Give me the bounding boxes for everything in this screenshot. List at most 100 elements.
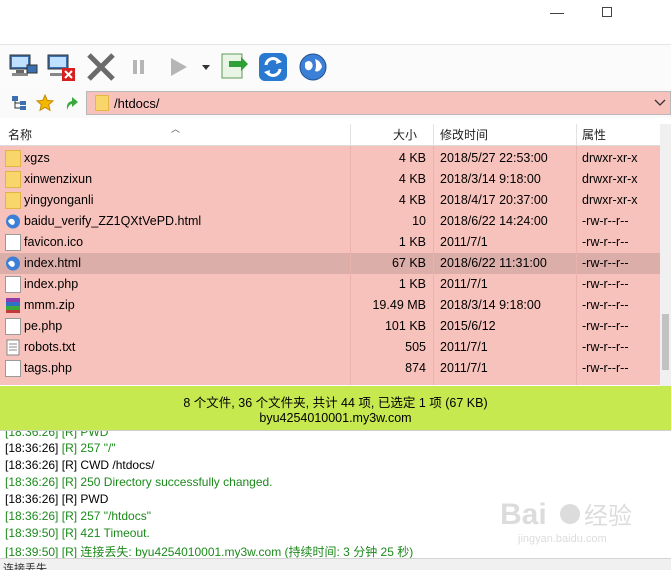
log-message: CWD /htdocs/ (80, 458, 155, 472)
tree-icon (12, 96, 26, 110)
log-line: [18:36:26] [R] 250 Directory successfull… (5, 475, 273, 489)
file-icon (5, 234, 21, 251)
text-file-icon (6, 339, 20, 356)
file-size: 1 KB (398, 277, 426, 291)
file-row[interactable]: index.php 1 KB 2011/7/1 -rw-r--r-- (0, 274, 660, 295)
log-time: [18:36:26] (5, 458, 59, 472)
log-time: [18:36:26] (5, 509, 59, 523)
column-divider (350, 146, 351, 385)
file-size: 67 KB (391, 256, 426, 270)
refresh-icon (259, 53, 287, 81)
svg-text:jingyan.baidu.com: jingyan.baidu.com (517, 533, 607, 545)
file-modified: 2018/4/17 20:37:00 (440, 193, 548, 207)
maximize-icon (602, 7, 612, 17)
file-modified: 2018/3/14 9:18:00 (440, 172, 541, 186)
file-size: 19.49 MB (372, 298, 426, 312)
file-modified: 2011/7/1 (440, 277, 488, 291)
disconnect-button[interactable] (44, 51, 78, 83)
file-attr: drwxr-xr-x (582, 151, 638, 165)
column-attr[interactable]: 属性 (582, 124, 606, 146)
file-row[interactable]: tags.php 874 2011/7/1 -rw-r--r-- (0, 358, 660, 379)
status-host: byu4254010001.my3w.com (259, 411, 412, 425)
file-modified: 2018/6/22 11:31:00 (440, 256, 547, 270)
chevron-down-icon[interactable] (652, 94, 668, 112)
favorites-button[interactable] (36, 94, 54, 112)
log-message: 257 "/htdocs" (80, 509, 151, 523)
file-size: 101 KB (384, 319, 426, 333)
toolbar (0, 44, 671, 88)
folder-icon (5, 171, 21, 188)
connect-icon (9, 54, 38, 76)
file-attr: -rw-r--r-- (582, 214, 629, 228)
directory-tree-button[interactable] (10, 94, 28, 112)
file-list-scrollbar[interactable] (660, 124, 671, 386)
file-size: 4 KB (398, 172, 426, 186)
file-name: index.php (24, 277, 79, 291)
file-row[interactable]: baidu_verify_ZZ1QXtVePD.html 10 2018/6/2… (0, 211, 660, 232)
log-line: [18:36:26] [R] 257 "/htdocs" (5, 509, 151, 523)
title-bar: — (0, 0, 671, 44)
html-file-icon (6, 214, 20, 229)
file-list[interactable]: xgzs 4 KB 2018/5/27 22:53:00 drwxr-xr-x … (0, 146, 660, 385)
file-modified: 2011/7/1 (440, 340, 488, 354)
start-dropdown-button[interactable] (199, 51, 213, 83)
log-line: [18:36:26] [R] CWD /htdocs/ (5, 458, 154, 472)
file-row[interactable]: xgzs 4 KB 2018/5/27 22:53:00 drwxr-xr-x (0, 148, 660, 169)
file-attr: -rw-r--r-- (582, 256, 629, 270)
file-row[interactable]: robots.txt 505 2011/7/1 -rw-r--r-- (0, 337, 660, 358)
file-modified: 2018/3/14 9:18:00 (440, 298, 541, 312)
parent-directory-button[interactable] (62, 94, 80, 112)
file-modified: 2018/6/22 14:24:00 (440, 214, 548, 228)
file-size: 4 KB (398, 193, 426, 207)
connect-button[interactable] (6, 51, 40, 83)
log-line: [18:36:26] [R] PWD (5, 492, 108, 506)
file-row[interactable]: pe.php 101 KB 2015/6/12 -rw-r--r-- (0, 316, 660, 337)
column-separator[interactable] (576, 124, 577, 146)
file-row[interactable]: xinwenzixun 4 KB 2018/3/14 9:18:00 drwxr… (0, 169, 660, 190)
file-name: yingyonganli (24, 193, 94, 207)
log-message: 连接丢失: byu4254010001.my3w.com (持续时间: 3 分钟… (80, 545, 414, 558)
star-icon (36, 94, 54, 112)
pause-button[interactable] (126, 51, 152, 83)
bottom-status-bar: 连接丢失 (0, 558, 671, 570)
file-name: index.html (24, 256, 81, 270)
globe-icon (299, 53, 327, 81)
log-time: [18:36:26] (5, 492, 59, 506)
file-name: xinwenzixun (24, 172, 93, 186)
file-name: robots.txt (24, 340, 76, 354)
path-text: /htdocs/ (114, 96, 160, 111)
column-modified[interactable]: 修改时间 (440, 124, 488, 146)
log-message: 421 Timeout. (80, 526, 150, 540)
column-size[interactable]: 大小 (393, 124, 417, 146)
file-size: 4 KB (398, 151, 426, 165)
log-tag: [R] (61, 509, 78, 523)
svg-text:Bai: Bai (500, 498, 547, 531)
minimize-icon: — (550, 4, 564, 20)
file-attr: drwxr-xr-x (582, 172, 638, 186)
file-row[interactable]: favicon.ico 1 KB 2011/7/1 -rw-r--r-- (0, 232, 660, 253)
column-separator[interactable] (350, 124, 351, 146)
log-tag: [R] (61, 441, 78, 455)
column-separator[interactable] (433, 124, 434, 146)
folder-icon (95, 95, 109, 111)
log-message: 257 "/" (80, 441, 116, 455)
folder-icon (5, 150, 21, 167)
browser-button[interactable] (296, 51, 330, 83)
ftp-client-window: — /htdocs/ ︿ 名称 大小 修改时间 属性 xgzs 4 KB 201… (0, 0, 671, 570)
file-row[interactable]: mmm.zip 19.49 MB 2018/3/14 9:18:00 -rw-r… (0, 295, 660, 316)
scrollbar-thumb[interactable] (662, 314, 669, 370)
refresh-button[interactable] (256, 51, 290, 83)
column-name[interactable]: 名称 (8, 124, 32, 146)
maximize-button[interactable] (584, 0, 630, 24)
file-row-selected[interactable]: index.html 67 KB 2018/6/22 11:31:00 -rw-… (0, 253, 660, 274)
delete-button[interactable] (84, 51, 118, 83)
file-modified: 2011/7/1 (440, 235, 488, 249)
file-row[interactable]: yingyonganli 4 KB 2018/4/17 20:37:00 drw… (0, 190, 660, 211)
start-button[interactable] (165, 51, 191, 83)
path-input[interactable]: /htdocs/ (86, 91, 671, 115)
file-icon (5, 318, 21, 335)
minimize-button[interactable]: — (534, 0, 580, 24)
path-bar: /htdocs/ (0, 88, 671, 118)
file-attr: -rw-r--r-- (582, 298, 629, 312)
sync-button[interactable] (218, 51, 252, 83)
